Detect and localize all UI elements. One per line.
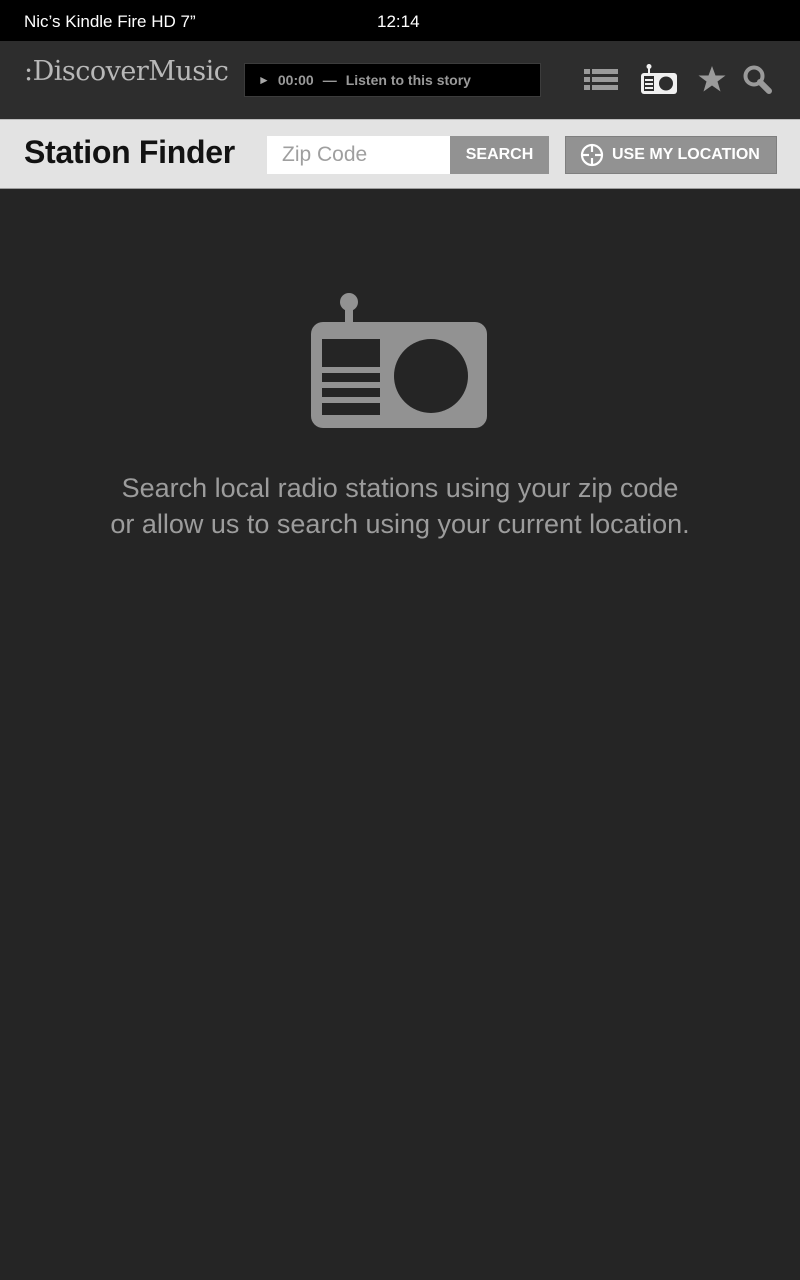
radio-icon[interactable] [640, 63, 678, 97]
app-logo[interactable]: :DiscoverMusic [24, 56, 229, 87]
play-icon[interactable]: ► [258, 73, 270, 87]
app-header: :DiscoverMusic ► 00:00 — Listen to this … [0, 41, 800, 119]
search-button-label: SEARCH [465, 146, 534, 163]
list-icon[interactable] [583, 63, 621, 97]
search-icon[interactable] [741, 63, 779, 97]
player-separator: — [322, 72, 337, 88]
empty-state-message: Search local radio stations using your z… [0, 470, 800, 542]
star-icon[interactable] [696, 63, 734, 97]
status-clock: 12:14 [377, 12, 420, 31]
story-player[interactable]: ► 00:00 — Listen to this story [244, 63, 541, 97]
radio-illustration-icon [311, 293, 489, 434]
use-my-location-button[interactable]: USE MY LOCATION [565, 136, 777, 174]
crosshair-icon [580, 143, 604, 167]
empty-state-line-2: or allow us to search using your current… [110, 509, 690, 539]
use-my-location-label: USE MY LOCATION [612, 146, 760, 163]
device-name: Nic’s Kindle Fire HD 7” [24, 12, 196, 31]
player-time: 00:00 [277, 72, 314, 88]
status-bar: Nic’s Kindle Fire HD 7” 12:14 [0, 0, 800, 41]
page-title: Station Finder [24, 134, 235, 170]
zip-code-input[interactable] [267, 136, 450, 174]
station-finder-bar: Station Finder SEARCH USE MY LOCATION [0, 119, 800, 189]
search-button[interactable]: SEARCH [450, 136, 549, 174]
empty-state-line-1: Search local radio stations using your z… [121, 473, 679, 503]
player-label: Listen to this story [345, 72, 471, 88]
